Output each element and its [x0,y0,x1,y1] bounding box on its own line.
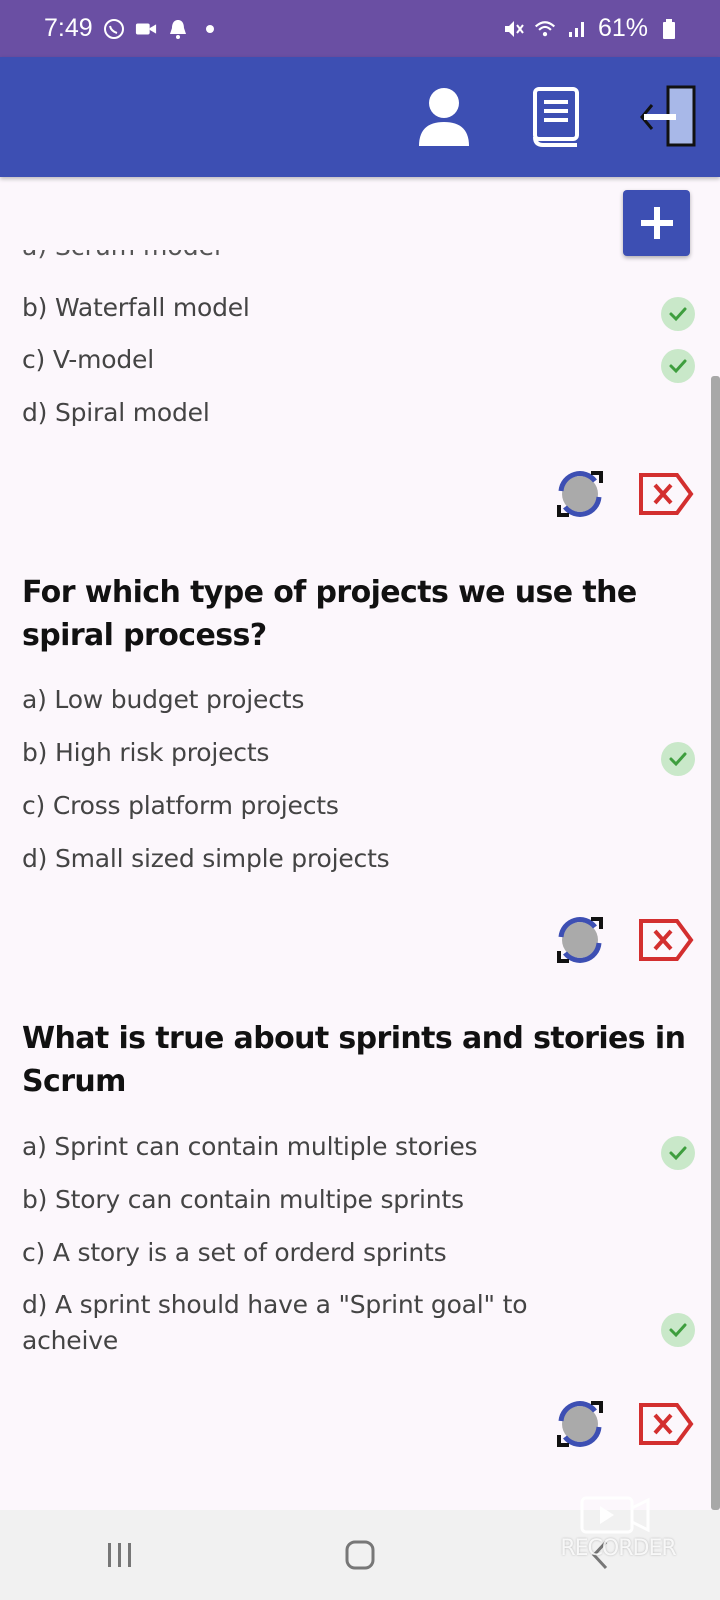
status-time: 7:49 [44,14,93,42]
video-icon [135,18,157,40]
recorder-watermark: RECORDER [538,1490,698,1570]
dot-icon [199,18,221,40]
check-icon [661,1136,695,1170]
refresh-icon[interactable] [550,910,610,970]
recorder-logo-icon [580,1496,650,1534]
wifi-icon [534,18,556,40]
partial-option: a) Scrum model [22,250,322,264]
notification-bell-icon [167,18,189,40]
question-2-actions [550,910,696,970]
recent-apps-icon[interactable] [80,1525,160,1585]
option-q2-c: c) Cross platform projects [22,791,339,820]
refresh-icon[interactable] [550,1394,610,1454]
mute-icon [502,18,524,40]
refresh-icon[interactable] [550,464,610,524]
add-question-button[interactable] [623,190,690,256]
option-q2-b: b) High risk projects [22,738,270,767]
watermark-text: RECORDER [560,1536,676,1561]
question-3-actions [550,1394,696,1454]
whatsapp-icon [103,18,125,40]
plus-icon [640,207,673,239]
question-text: For which type of projects we use the sp… [22,575,637,653]
check-icon [661,742,695,776]
status-bar: 7:49 61% [0,0,720,57]
battery-percent: 61% [597,14,648,42]
delete-icon[interactable] [636,910,696,970]
option-q3-c: c) A story is a set of orderd sprints [22,1238,447,1267]
option-q1-c: c) V-model [22,345,154,374]
delete-icon[interactable] [636,1394,696,1454]
question-list[interactable]: a) Scrum model b) Waterfall model c) V-m… [0,177,720,1510]
question-text: What is true about sprints and stories i… [22,1021,686,1099]
check-icon [661,349,695,383]
option-q3-d: d) A sprint should have a "Sprint goal" … [22,1290,528,1355]
option-q1-d: d) Spiral model [22,398,210,427]
check-icon [661,1313,695,1347]
person-icon[interactable] [414,83,474,151]
option-q2-a: a) Low budget projects [22,685,305,714]
battery-icon [658,18,680,40]
option-q3-a: a) Sprint can contain multiple stories [22,1132,478,1161]
home-icon[interactable] [320,1525,400,1585]
option-q2-d: d) Small sized simple projects [22,844,390,873]
option-q3-b: b) Story can contain multipe sprints [22,1185,464,1214]
delete-icon[interactable] [636,464,696,524]
logout-icon[interactable] [638,83,698,151]
scrollbar[interactable] [711,376,720,1510]
book-icon[interactable] [526,83,586,151]
option-q1-b: b) Waterfall model [22,293,250,322]
signal-icon [566,18,588,40]
app-bar [0,57,720,177]
check-icon [661,297,695,331]
question-1-actions [550,464,696,524]
